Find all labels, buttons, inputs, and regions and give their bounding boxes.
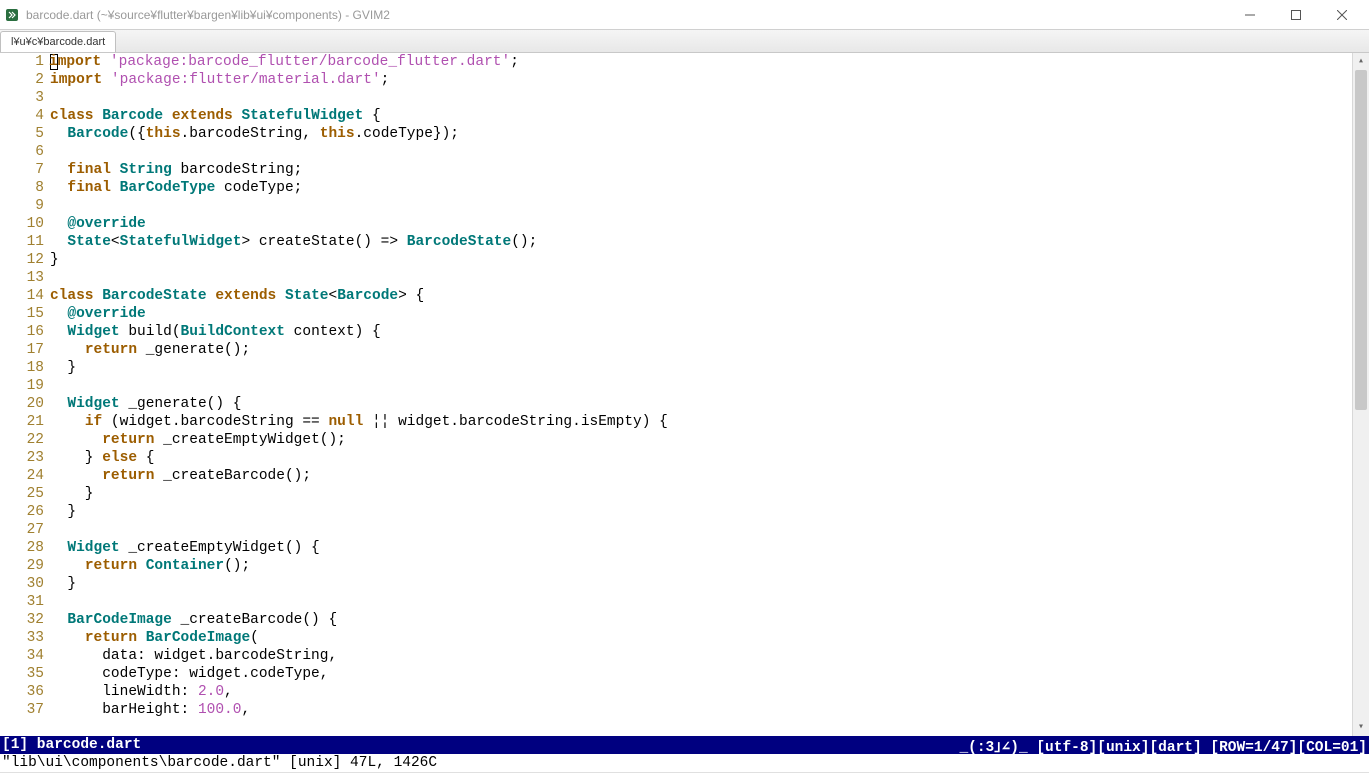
close-button[interactable] — [1319, 0, 1365, 30]
line-number: 18 — [0, 359, 44, 377]
editor[interactable]: 1234567891011121314151617181920212223242… — [0, 53, 1369, 736]
scroll-up-icon[interactable]: ▴ — [1353, 53, 1369, 70]
line-number: 10 — [0, 215, 44, 233]
code-line[interactable]: } — [50, 503, 1369, 521]
tab-file[interactable]: l¥u¥c¥barcode.dart — [0, 31, 116, 52]
tab-bar: l¥u¥c¥barcode.dart — [0, 30, 1369, 53]
line-number: 26 — [0, 503, 44, 521]
code-line[interactable]: return Container(); — [50, 557, 1369, 575]
code-line[interactable]: @override — [50, 215, 1369, 233]
line-number: 37 — [0, 701, 44, 719]
line-number: 16 — [0, 323, 44, 341]
line-number: 25 — [0, 485, 44, 503]
code-line[interactable]: State<StatefulWidget> createState() => B… — [50, 233, 1369, 251]
code-line[interactable]: codeType: widget.codeType, — [50, 665, 1369, 683]
code-line[interactable]: barHeight: 100.0, — [50, 701, 1369, 719]
code-line[interactable] — [50, 593, 1369, 611]
tab-label: l¥u¥c¥barcode.dart — [11, 36, 105, 48]
line-number: 24 — [0, 467, 44, 485]
code-line[interactable]: } else { — [50, 449, 1369, 467]
bottom-border — [0, 772, 1369, 777]
line-number: 29 — [0, 557, 44, 575]
code-line[interactable]: final BarCodeType codeType; — [50, 179, 1369, 197]
code-line[interactable]: BarCodeImage _createBarcode() { — [50, 611, 1369, 629]
code-line[interactable]: } — [50, 251, 1369, 269]
code-line[interactable] — [50, 143, 1369, 161]
code-line[interactable]: return _createBarcode(); — [50, 467, 1369, 485]
line-number: 23 — [0, 449, 44, 467]
app-icon — [4, 7, 20, 23]
line-number: 2 — [0, 71, 44, 89]
line-number: 20 — [0, 395, 44, 413]
scrollbar-thumb[interactable] — [1355, 70, 1367, 410]
code-line[interactable]: Widget _generate() { — [50, 395, 1369, 413]
code-line[interactable]: if (widget.barcodeString == null ¦¦ widg… — [50, 413, 1369, 431]
line-number: 17 — [0, 341, 44, 359]
command-line[interactable]: "lib\ui\components\barcode.dart" [unix] … — [0, 754, 1369, 772]
code-line[interactable]: lineWidth: 2.0, — [50, 683, 1369, 701]
code-line[interactable]: import 'package:barcode_flutter/barcode_… — [50, 53, 1369, 71]
code-line[interactable]: class BarcodeState extends State<Barcode… — [50, 287, 1369, 305]
line-number: 4 — [0, 107, 44, 125]
code-line[interactable]: return BarCodeImage( — [50, 629, 1369, 647]
code-line[interactable]: final String barcodeString; — [50, 161, 1369, 179]
code-line[interactable]: } — [50, 359, 1369, 377]
line-number: 13 — [0, 269, 44, 287]
code-line[interactable]: } — [50, 575, 1369, 593]
code-line[interactable]: Widget _createEmptyWidget() { — [50, 539, 1369, 557]
status-left: [1] barcode.dart — [2, 737, 959, 753]
line-number: 12 — [0, 251, 44, 269]
line-number: 8 — [0, 179, 44, 197]
line-number: 19 — [0, 377, 44, 395]
line-number: 32 — [0, 611, 44, 629]
line-number: 33 — [0, 629, 44, 647]
line-number: 27 — [0, 521, 44, 539]
code-line[interactable]: } — [50, 485, 1369, 503]
line-number: 34 — [0, 647, 44, 665]
window-title: barcode.dart (~¥source¥flutter¥bargen¥li… — [26, 8, 1227, 22]
line-number: 36 — [0, 683, 44, 701]
code-line[interactable]: data: widget.barcodeString, — [50, 647, 1369, 665]
code-line[interactable]: Widget build(BuildContext context) { — [50, 323, 1369, 341]
line-number: 31 — [0, 593, 44, 611]
minimize-button[interactable] — [1227, 0, 1273, 30]
line-number-gutter: 1234567891011121314151617181920212223242… — [0, 53, 50, 736]
line-number: 35 — [0, 665, 44, 683]
vertical-scrollbar[interactable]: ▴ ▾ — [1352, 53, 1369, 736]
titlebar: barcode.dart (~¥source¥flutter¥bargen¥li… — [0, 0, 1369, 30]
line-number: 28 — [0, 539, 44, 557]
line-number: 1 — [0, 53, 44, 71]
maximize-button[interactable] — [1273, 0, 1319, 30]
code-line[interactable]: @override — [50, 305, 1369, 323]
line-number: 3 — [0, 89, 44, 107]
line-number: 9 — [0, 197, 44, 215]
line-number: 5 — [0, 125, 44, 143]
line-number: 15 — [0, 305, 44, 323]
line-number: 30 — [0, 575, 44, 593]
code-line[interactable] — [50, 377, 1369, 395]
code-line[interactable]: import 'package:flutter/material.dart'; — [50, 71, 1369, 89]
line-number: 22 — [0, 431, 44, 449]
status-right: _(:3｣∠)_ [utf-8][unix][dart] [ROW=1/47][… — [959, 735, 1367, 756]
code-line[interactable] — [50, 89, 1369, 107]
code-line[interactable]: return _createEmptyWidget(); — [50, 431, 1369, 449]
code-content[interactable]: import 'package:barcode_flutter/barcode_… — [50, 53, 1369, 736]
line-number: 14 — [0, 287, 44, 305]
code-line[interactable]: return _generate(); — [50, 341, 1369, 359]
code-line[interactable]: class Barcode extends StatefulWidget { — [50, 107, 1369, 125]
status-line: [1] barcode.dart _(:3｣∠)_ [utf-8][unix][… — [0, 736, 1369, 754]
line-number: 21 — [0, 413, 44, 431]
line-number: 11 — [0, 233, 44, 251]
code-line[interactable]: Barcode({this.barcodeString, this.codeTy… — [50, 125, 1369, 143]
command-text: "lib\ui\components\barcode.dart" [unix] … — [2, 755, 437, 771]
scroll-down-icon[interactable]: ▾ — [1353, 719, 1369, 736]
code-line[interactable] — [50, 197, 1369, 215]
code-line[interactable] — [50, 269, 1369, 287]
line-number: 6 — [0, 143, 44, 161]
window-controls — [1227, 0, 1365, 30]
line-number: 7 — [0, 161, 44, 179]
code-line[interactable] — [50, 521, 1369, 539]
